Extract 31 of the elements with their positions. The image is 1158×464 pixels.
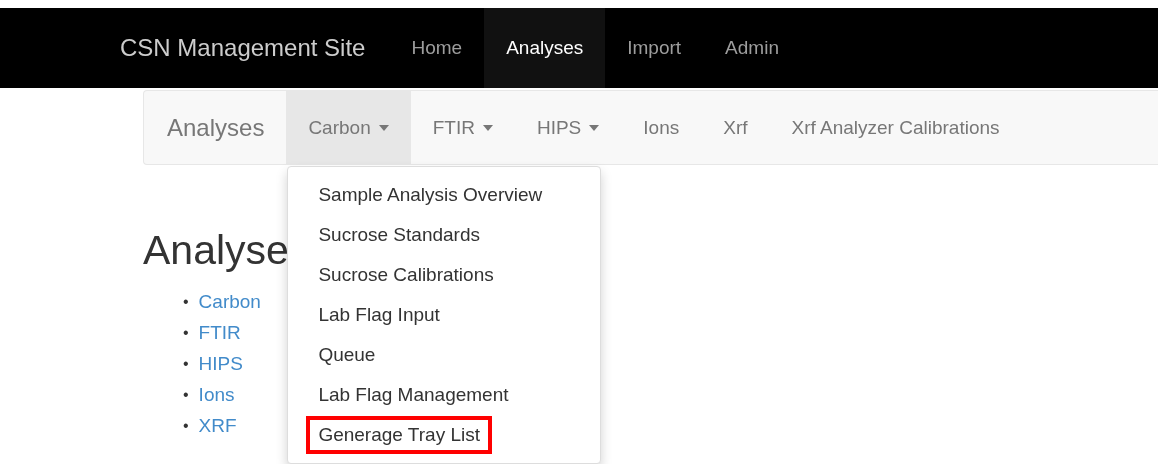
caret-icon: [589, 124, 600, 131]
list-bullet: •: [183, 416, 189, 435]
list-bullet: •: [183, 385, 189, 404]
nav-link[interactable]: Import: [605, 8, 704, 88]
analysis-link[interactable]: Ions: [198, 383, 235, 406]
dropdown-toggle[interactable]: FTIR: [410, 91, 515, 164]
analysis-link[interactable]: HIPS: [198, 352, 243, 375]
analysis-link[interactable]: XRF: [198, 414, 237, 437]
list-bullet: •: [183, 292, 189, 311]
caret-icon: [482, 124, 493, 131]
menu-item[interactable]: Sucrose Calibrations: [288, 255, 601, 295]
caret-icon: [378, 124, 389, 131]
dropdown-toggle[interactable]: HIPS: [514, 91, 622, 164]
analysis-link[interactable]: Carbon: [198, 290, 261, 313]
analysis-link[interactable]: FTIR: [198, 321, 241, 344]
list-bullet: •: [183, 354, 189, 373]
nav-link[interactable]: Xrf Analyzer Calibrations: [769, 91, 1022, 164]
page-heading: Analyse: [143, 227, 289, 274]
nav-link[interactable]: Admin: [703, 8, 801, 88]
site-brand[interactable]: CSN Management Site: [120, 8, 366, 88]
nav-link[interactable]: Analyses: [484, 8, 606, 88]
menu-item[interactable]: Lab Flag Input: [288, 295, 601, 335]
sub-navbar-brand[interactable]: Analyses: [144, 91, 287, 164]
menu-item[interactable]: Queue: [288, 335, 601, 375]
menu-item[interactable]: Sucrose Standards: [288, 215, 601, 255]
list-bullet: •: [183, 323, 189, 342]
nav-link[interactable]: Xrf: [701, 91, 770, 164]
menu-item[interactable]: Lab Flag Management: [288, 375, 601, 415]
nav-link[interactable]: Ions: [621, 91, 702, 164]
nav-link[interactable]: Home: [389, 8, 485, 88]
menu-item[interactable]: Sample Analysis Overview: [288, 175, 601, 215]
